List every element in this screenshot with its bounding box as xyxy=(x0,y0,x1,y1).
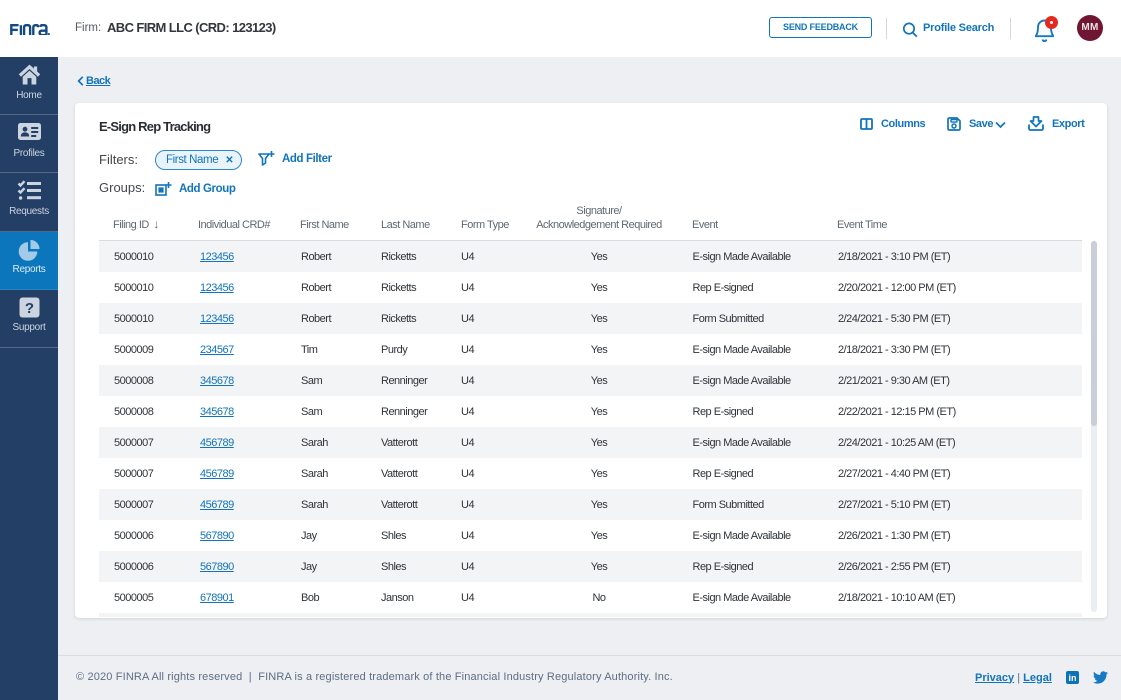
svg-text:?: ? xyxy=(24,300,33,317)
